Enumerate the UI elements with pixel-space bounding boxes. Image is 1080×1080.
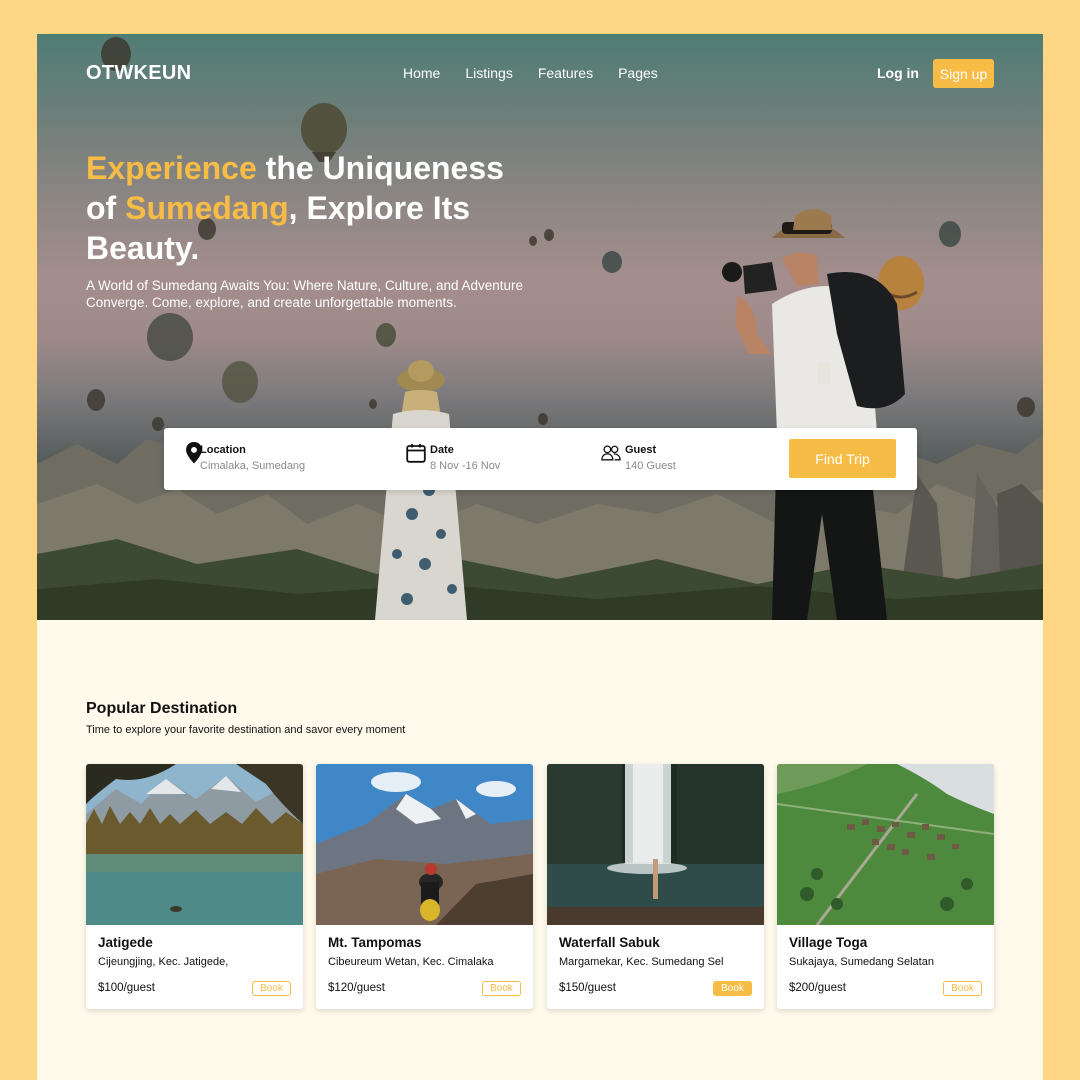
book-button[interactable]: Book (943, 981, 982, 996)
destination-card-mt-tampomas[interactable]: Mt. Tampomas Cibeureum Wetan, Kec. Cimal… (316, 764, 533, 1009)
card-address: Cijeungjing, Kec. Jatigede, (98, 956, 229, 968)
card-title: Village Toga (789, 935, 868, 950)
destination-card-village-toga[interactable]: Village Toga Sukajaya, Sumedang Selatan … (777, 764, 994, 1009)
card-price: $200/guest (789, 982, 846, 994)
users-icon (601, 445, 621, 461)
hero-headline: Experience the Uniqueness of Sumedang, E… (86, 148, 526, 268)
find-trip-button[interactable]: Find Trip (789, 439, 896, 478)
card-title: Jatigede (98, 935, 153, 950)
destination-card-jatigede[interactable]: Jatigede Cijeungjing, Kec. Jatigede, $10… (86, 764, 303, 1009)
book-button[interactable]: Book (482, 981, 521, 996)
book-button[interactable]: Book (252, 981, 291, 996)
nav-features[interactable]: Features (538, 65, 593, 81)
nav-home[interactable]: Home (403, 65, 440, 81)
headline-highlight-sumedang: Sumedang (125, 190, 289, 226)
hero-subtitle: A World of Sumedang Awaits You: Where Na… (86, 278, 524, 310)
brand-logo[interactable]: OTWKEUN (86, 62, 191, 85)
card-address: Cibeureum Wetan, Kec. Cimalaka (328, 956, 494, 968)
guest-label: Guest (625, 444, 657, 456)
headline-highlight-experience: Experience (86, 150, 257, 186)
location-value: Cimalaka, Sumedang (200, 460, 306, 472)
date-value: 8 Nov -16 Nov (430, 460, 501, 472)
waterfall-photo (547, 764, 764, 925)
card-title: Mt. Tampomas (328, 935, 422, 950)
guest-value: 140 Guest (625, 460, 676, 472)
popular-section-title: Popular Destination (86, 700, 238, 717)
login-link[interactable]: Log in (877, 65, 919, 81)
card-address: Sukajaya, Sumedang Selatan (789, 956, 934, 968)
page-frame: OTWKEUN Home Listings Features Pages Log… (37, 34, 1043, 1080)
village-photo (777, 764, 994, 925)
destination-card-waterfall-sabuk[interactable]: Waterfall Sabuk Margamekar, Kec. Sumedan… (547, 764, 764, 1009)
hero-background-photo (37, 37, 1043, 620)
book-button[interactable]: Book (713, 981, 752, 996)
trip-search-bar: Location Cimalaka, Sumedang Date 8 Nov -… (164, 428, 917, 490)
lake-photo (86, 764, 303, 925)
nav-listings[interactable]: Listings (465, 65, 512, 81)
popular-section-subtitle: Time to explore your favorite destinatio… (86, 724, 406, 736)
hero-section: OTWKEUN Home Listings Features Pages Log… (37, 34, 1043, 620)
mountain-photo (316, 764, 533, 925)
signup-button[interactable]: Sign up (933, 59, 994, 88)
calendar-icon (406, 444, 426, 463)
card-price: $120/guest (328, 982, 385, 994)
card-address: Margamekar, Kec. Sumedang Sel (559, 956, 724, 968)
card-price: $150/guest (559, 982, 616, 994)
nav-pages[interactable]: Pages (618, 65, 658, 81)
main-nav: Home Listings Features Pages (403, 65, 683, 81)
location-label: Location (200, 444, 246, 456)
card-price: $100/guest (98, 982, 155, 994)
date-label: Date (430, 444, 454, 456)
card-title: Waterfall Sabuk (559, 935, 660, 950)
